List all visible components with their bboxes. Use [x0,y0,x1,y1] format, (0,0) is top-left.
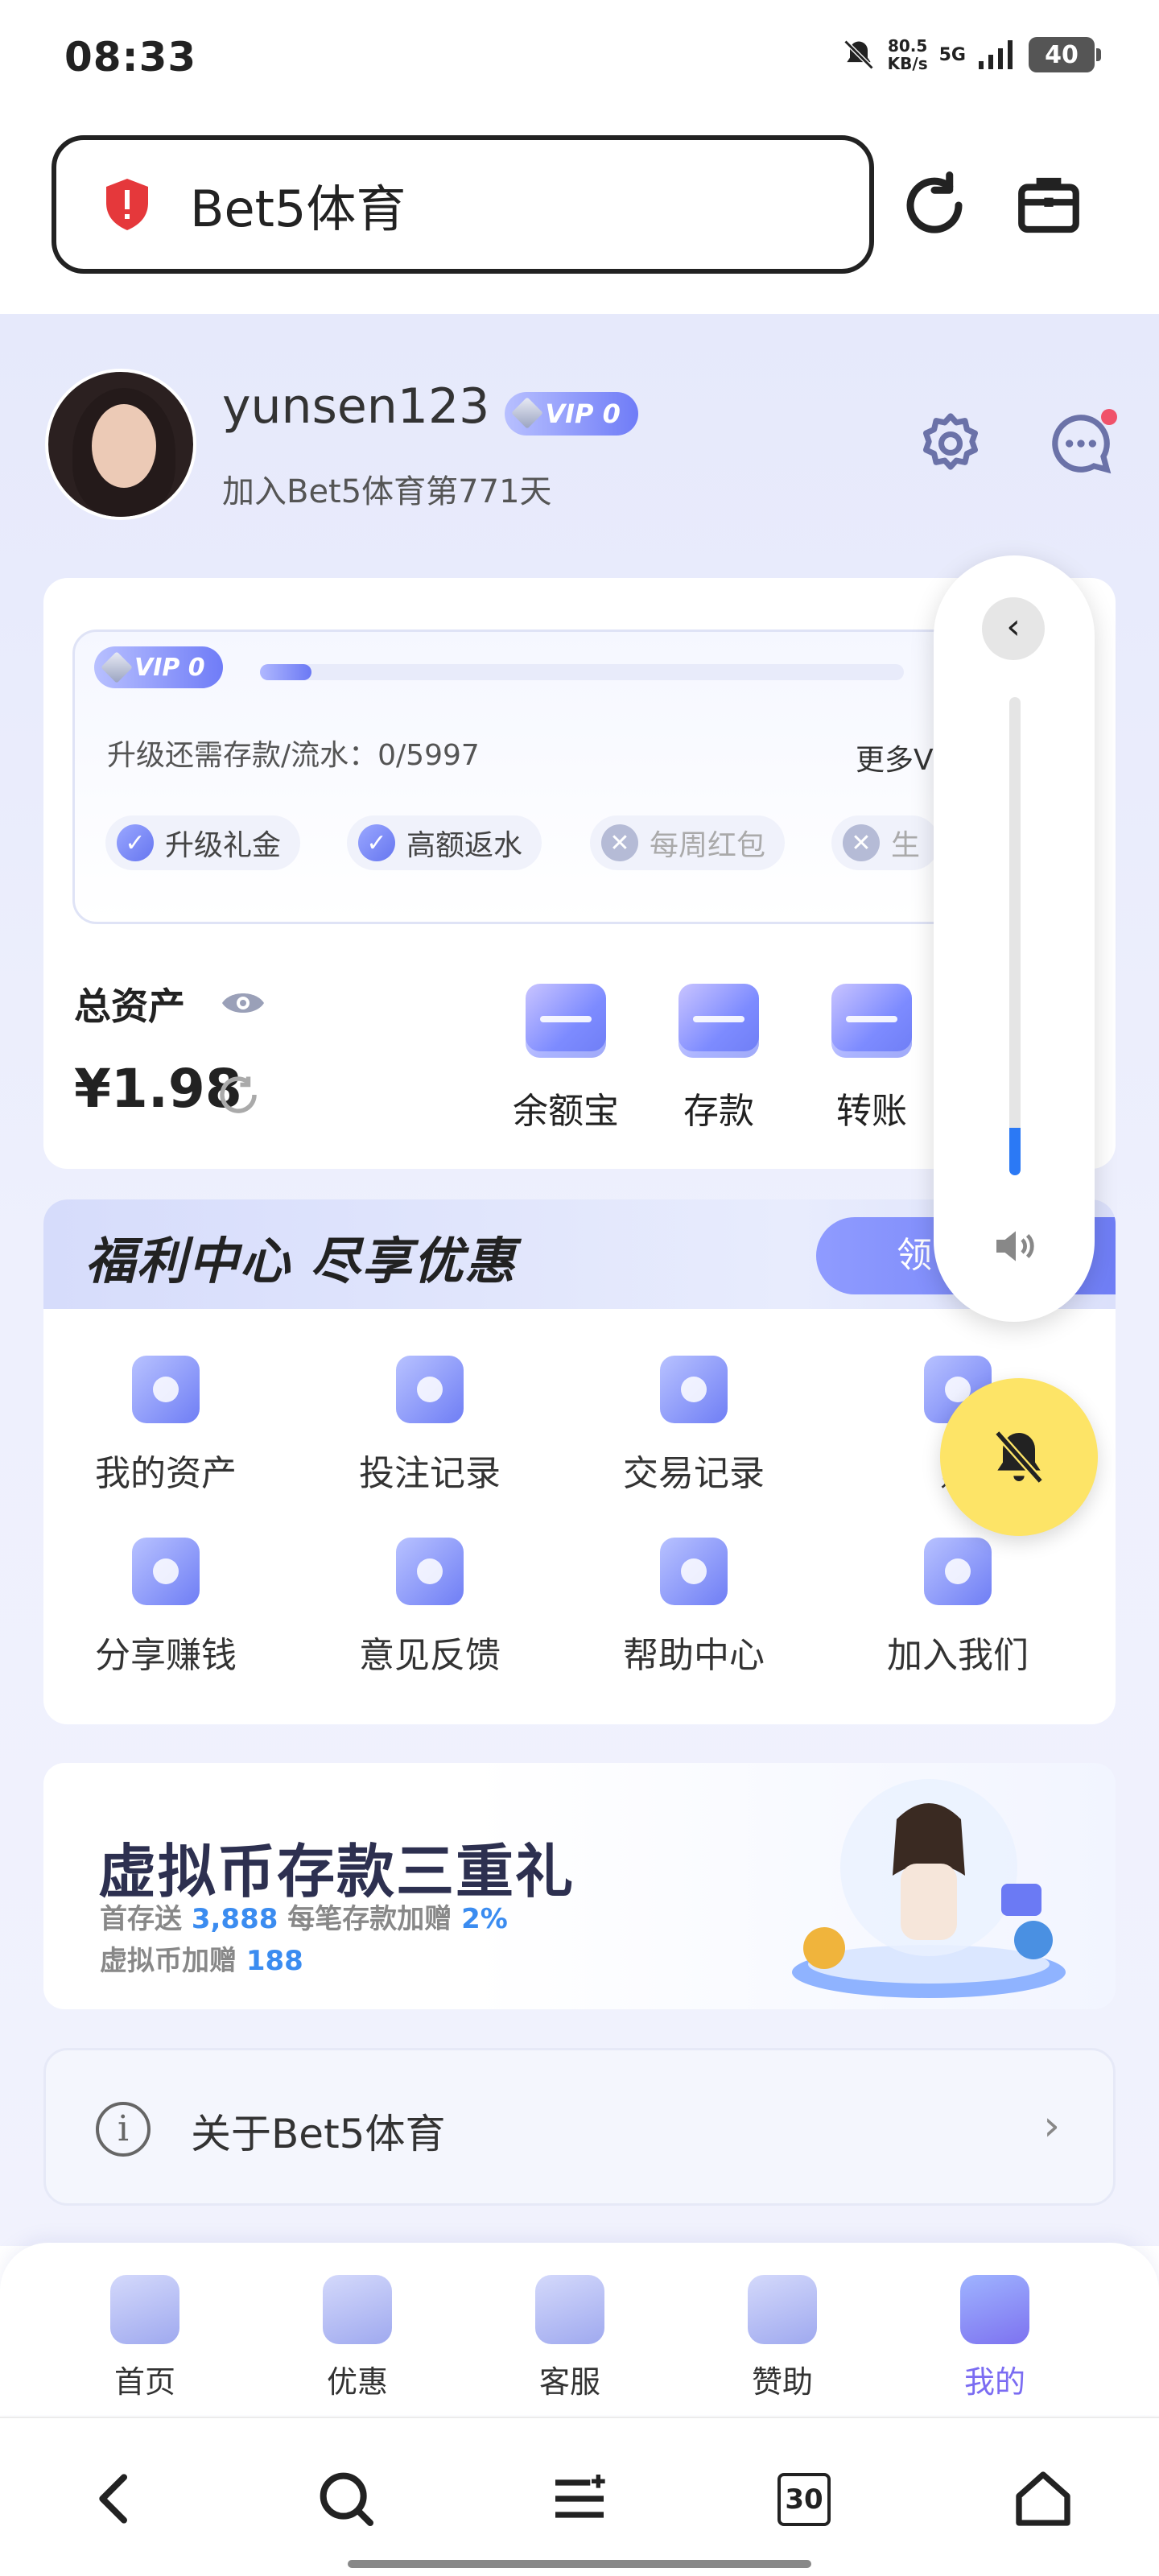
bet-record-item[interactable]: 投注记录 [325,1356,534,1496]
speaker-icon[interactable] [990,1220,1041,1272]
info-icon: i [96,2102,151,2157]
profile-icon [960,2275,1029,2344]
tab-promotions[interactable]: 优惠 [277,2275,438,2401]
back-icon[interactable] [84,2467,148,2531]
username: yunsen123 VIP 0 [222,378,638,436]
home-icon [110,2275,179,2344]
help-center-item[interactable]: 帮助中心 [589,1538,798,1678]
transfer-button[interactable]: 转账 [811,984,932,1133]
about-label: 关于Bet5体育 [191,2111,446,2157]
tab-mine[interactable]: 我的 [914,2275,1075,2401]
eye-icon[interactable] [221,989,266,1018]
reload-icon[interactable] [898,169,971,242]
home-icon[interactable] [1011,2467,1075,2531]
status-time: 08:33 [64,34,197,80]
welfare-title: 福利中心 尽享优惠 [85,1232,517,1290]
tab-sponsor[interactable]: 赞助 [702,2275,863,2401]
upgrade-requirement: 升级还需存款/流水：0/5997 [107,739,480,772]
my-assets-item[interactable]: 我的资产 [61,1356,270,1496]
headset-icon [535,2275,604,2344]
chevron-left-icon[interactable]: ‹ [982,597,1045,660]
cross-icon: ✕ [601,824,638,861]
about-row[interactable]: i 关于Bet5体育 › [43,2048,1116,2206]
network-type: 5G [938,44,966,65]
crypto-promo-banner[interactable]: 虚拟币存款三重礼 首存送 3,888 每笔存款加赠 2% 虚拟币加赠 188 [43,1763,1116,2009]
banner-line-1: 首存送 3,888 每笔存款加赠 2% [100,1903,508,1935]
volume-panel[interactable]: ‹ [934,555,1095,1322]
check-icon: ✓ [358,824,395,861]
join-icon [924,1538,992,1605]
perk-upgrade-bonus: ✓ 升级礼金 [105,815,301,870]
promo-icon [323,2275,392,2344]
feedback-item[interactable]: 意见反馈 [325,1538,534,1678]
more-vip-link[interactable]: 更多V [856,737,934,778]
tabs-count-button[interactable]: 30 [777,2473,831,2526]
status-bar: 08:33 80.5 KB/s 5G 40 [0,0,1159,121]
status-icons: 80.5 KB/s 5G 40 [841,36,1101,73]
transfer-icon [831,984,912,1058]
banner-line-2: 虚拟币加赠 188 [100,1945,303,1977]
vip-level-badge: VIP 0 [505,392,638,436]
help-icon [660,1538,728,1605]
vip-badge: VIP 0 [94,646,223,688]
join-us-item[interactable]: 加入我们 [853,1538,1062,1678]
medal-icon [748,2275,817,2344]
check-icon: ✓ [117,824,154,861]
share-icon [132,1538,200,1605]
yuebao-icon [526,984,606,1058]
deposit-icon [678,984,759,1058]
bell-off-icon [994,1430,1044,1484]
assets-icon [132,1356,200,1423]
total-assets-label: 总资产 [74,985,185,1028]
toolbox-icon[interactable] [1013,169,1085,242]
refresh-icon[interactable] [214,1071,262,1119]
gear-icon[interactable] [916,409,985,478]
tab-support[interactable]: 客服 [489,2275,650,2401]
ring-mute-button[interactable] [940,1378,1098,1536]
address-bar[interactable]: Bet5体育 [52,135,874,274]
transaction-record-item[interactable]: 交易记录 [589,1356,798,1496]
tab-home[interactable]: 首页 [64,2275,225,2401]
promo-illustration [792,1779,1066,1998]
search-icon[interactable] [314,2467,378,2531]
menu-icon[interactable] [547,2467,612,2531]
deposit-button[interactable]: 存款 [658,984,779,1133]
transaction-icon [660,1356,728,1423]
battery-indicator: 40 [1029,37,1101,72]
bet-record-icon [396,1356,464,1423]
feedback-icon [396,1538,464,1605]
site-title: Bet5体育 [190,180,406,238]
perk-weekly-redpacket: ✕ 每周红包 [590,815,786,870]
perk-birthday: ✕ 生 [831,815,940,870]
home-indicator[interactable] [348,2560,811,2568]
security-warning-icon[interactable] [103,177,151,232]
network-speed: 80.5 KB/s [887,36,928,73]
cross-icon: ✕ [843,824,880,861]
bottom-tab-bar: 首页 优惠 客服 赞助 我的 [0,2243,1159,2415]
signal-icon [979,40,1013,69]
mute-status-icon [843,39,874,70]
browser-nav-bar: 30 [0,2417,1159,2576]
vip-progress-bar [260,664,904,680]
join-days: 加入Bet5体育第771天 [222,473,552,510]
perk-rebate: ✓ 高额返水 [347,815,542,870]
chevron-right-icon: › [1043,2102,1060,2150]
share-earn-item[interactable]: 分享赚钱 [61,1538,270,1678]
avatar[interactable] [45,369,196,520]
volume-slider[interactable] [1009,697,1021,1175]
yuebao-button[interactable]: 余额宝 [505,984,626,1133]
unread-dot [1101,409,1117,425]
